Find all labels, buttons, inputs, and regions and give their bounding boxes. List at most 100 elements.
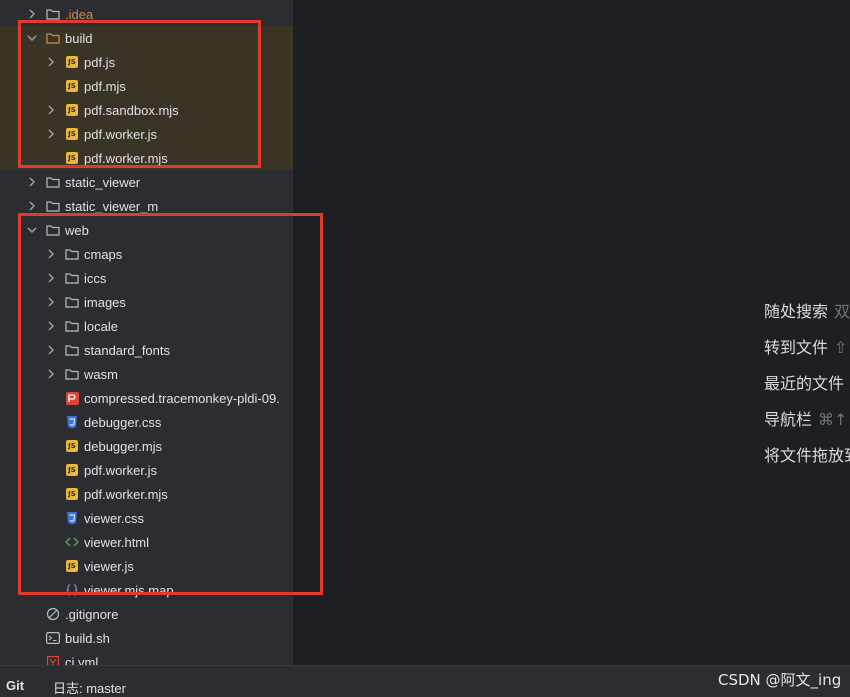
tree-item[interactable]: JS pdf.worker.mjs bbox=[0, 146, 293, 170]
tree-item[interactable]: wasm bbox=[0, 362, 293, 386]
tree-item[interactable]: JS viewer.js bbox=[0, 554, 293, 578]
javascript-file-icon: JS bbox=[65, 127, 79, 141]
tree-item-label: iccs bbox=[84, 270, 107, 286]
tree-item[interactable]: static_viewer bbox=[0, 170, 293, 194]
chevron-right-icon[interactable] bbox=[45, 128, 57, 140]
tree-item[interactable]: JS pdf.mjs bbox=[0, 74, 293, 98]
hint-shortcut: ⇧ bbox=[834, 338, 848, 357]
chevron-right-icon[interactable] bbox=[45, 368, 57, 380]
tree-item-label: .gitignore bbox=[65, 606, 119, 622]
hint-goto-file[interactable]: 转到文件 ⇧ bbox=[764, 334, 847, 358]
editor-empty-area bbox=[294, 0, 850, 665]
chevron-right-icon[interactable] bbox=[45, 296, 57, 308]
tree-item[interactable]: static_viewer_m bbox=[0, 194, 293, 218]
source-map-file-icon bbox=[65, 583, 79, 597]
hint-shortcut: ⌘↑ bbox=[818, 410, 848, 429]
tree-item-label: .idea bbox=[65, 6, 94, 22]
yaml-file-icon bbox=[46, 655, 60, 665]
git-tab[interactable]: Git bbox=[6, 678, 24, 693]
hint-recent-files[interactable]: 最近的文件 bbox=[764, 370, 844, 394]
javascript-file-icon: JS bbox=[65, 487, 79, 501]
hint-label: 导航栏 bbox=[764, 410, 813, 429]
tree-item[interactable]: ci.yml bbox=[0, 650, 293, 665]
tree-item[interactable]: JS pdf.worker.js bbox=[0, 458, 293, 482]
folder-icon bbox=[65, 319, 79, 333]
tree-item[interactable]: viewer.css bbox=[0, 506, 293, 530]
tree-item[interactable]: JS debugger.mjs bbox=[0, 434, 293, 458]
chevron-right-icon[interactable] bbox=[26, 8, 38, 20]
tree-item[interactable]: debugger.css bbox=[0, 410, 293, 434]
tree-item[interactable]: standard_fonts bbox=[0, 338, 293, 362]
javascript-file-icon: JS bbox=[65, 559, 79, 573]
project-tree-panel: .idea build JS pdf.js JS pdf.mjs JS pdf.sandbox… bbox=[0, 0, 294, 665]
chevron-right-icon[interactable] bbox=[45, 248, 57, 260]
chevron-right-icon[interactable] bbox=[45, 272, 57, 284]
folder-icon bbox=[46, 223, 60, 237]
tree-item[interactable]: cmaps bbox=[0, 242, 293, 266]
gitignore-file-icon bbox=[46, 607, 60, 621]
javascript-file-icon: JS bbox=[65, 103, 79, 117]
tree-item-label: pdf.worker.js bbox=[84, 126, 157, 142]
folder-icon bbox=[46, 31, 60, 45]
folder-icon bbox=[65, 367, 79, 381]
tree-item[interactable]: JS pdf.worker.mjs bbox=[0, 482, 293, 506]
chevron-right-icon[interactable] bbox=[45, 104, 57, 116]
tree-item[interactable]: iccs bbox=[0, 266, 293, 290]
javascript-file-icon: JS bbox=[65, 151, 79, 165]
html-file-icon bbox=[65, 535, 79, 549]
tree-item[interactable]: build bbox=[0, 26, 293, 50]
status-bar: Git 日志: master CSDN @阿文_ing bbox=[0, 665, 850, 697]
chevron-right-icon[interactable] bbox=[26, 200, 38, 212]
hint-navigation-bar[interactable]: 导航栏 ⌘↑ bbox=[764, 406, 847, 430]
chevron-right-icon[interactable] bbox=[45, 344, 57, 356]
tree-item-label: static_viewer_m bbox=[65, 198, 159, 214]
tree-item-label: build bbox=[65, 30, 93, 46]
tree-item[interactable]: .gitignore bbox=[0, 602, 293, 626]
css-file-icon bbox=[65, 415, 79, 429]
tree-item-label: build.sh bbox=[65, 630, 110, 646]
chevron-down-icon[interactable] bbox=[26, 32, 38, 44]
chevron-down-icon[interactable] bbox=[26, 224, 38, 236]
chevron-right-icon[interactable] bbox=[26, 176, 38, 188]
hint-label: 随处搜索 bbox=[764, 302, 829, 321]
css-file-icon bbox=[65, 511, 79, 525]
tree-item[interactable]: viewer.mjs.map bbox=[0, 578, 293, 602]
chevron-right-icon[interactable] bbox=[45, 56, 57, 68]
tree-item[interactable]: web bbox=[0, 218, 293, 242]
hint-search-everywhere[interactable]: 随处搜索双 bbox=[764, 298, 850, 322]
tree-item[interactable]: JS pdf.sandbox.mjs bbox=[0, 98, 293, 122]
tree-item-label: standard_fonts bbox=[84, 342, 171, 358]
hint-label: 将文件拖放到 bbox=[764, 446, 850, 465]
tree-item-label: debugger.css bbox=[84, 414, 162, 430]
tree-item[interactable]: viewer.html bbox=[0, 530, 293, 554]
tree-item-label: static_viewer bbox=[65, 174, 141, 190]
chevron-right-icon[interactable] bbox=[45, 320, 57, 332]
folder-icon bbox=[65, 295, 79, 309]
folder-icon bbox=[65, 247, 79, 261]
shell-script-icon bbox=[46, 631, 60, 645]
tree-item[interactable]: images bbox=[0, 290, 293, 314]
tree-item[interactable]: build.sh bbox=[0, 626, 293, 650]
tree-item-label: web bbox=[65, 222, 89, 238]
tree-item[interactable]: JS pdf.js bbox=[0, 50, 293, 74]
folder-icon bbox=[46, 199, 60, 213]
tree-item-label: debugger.mjs bbox=[84, 438, 163, 454]
tree-item-label: pdf.mjs bbox=[84, 78, 126, 94]
tree-item[interactable]: locale bbox=[0, 314, 293, 338]
git-log-tab[interactable]: 日志: master bbox=[53, 678, 126, 697]
tree-item-label: cmaps bbox=[84, 246, 123, 262]
folder-icon bbox=[65, 271, 79, 285]
tree-item[interactable]: .idea bbox=[0, 2, 293, 26]
tree-item[interactable]: compressed.tracemonkey-pldi-09. bbox=[0, 386, 293, 410]
tree-item[interactable]: JS pdf.worker.js bbox=[0, 122, 293, 146]
tree-item-label: pdf.sandbox.mjs bbox=[84, 102, 179, 118]
